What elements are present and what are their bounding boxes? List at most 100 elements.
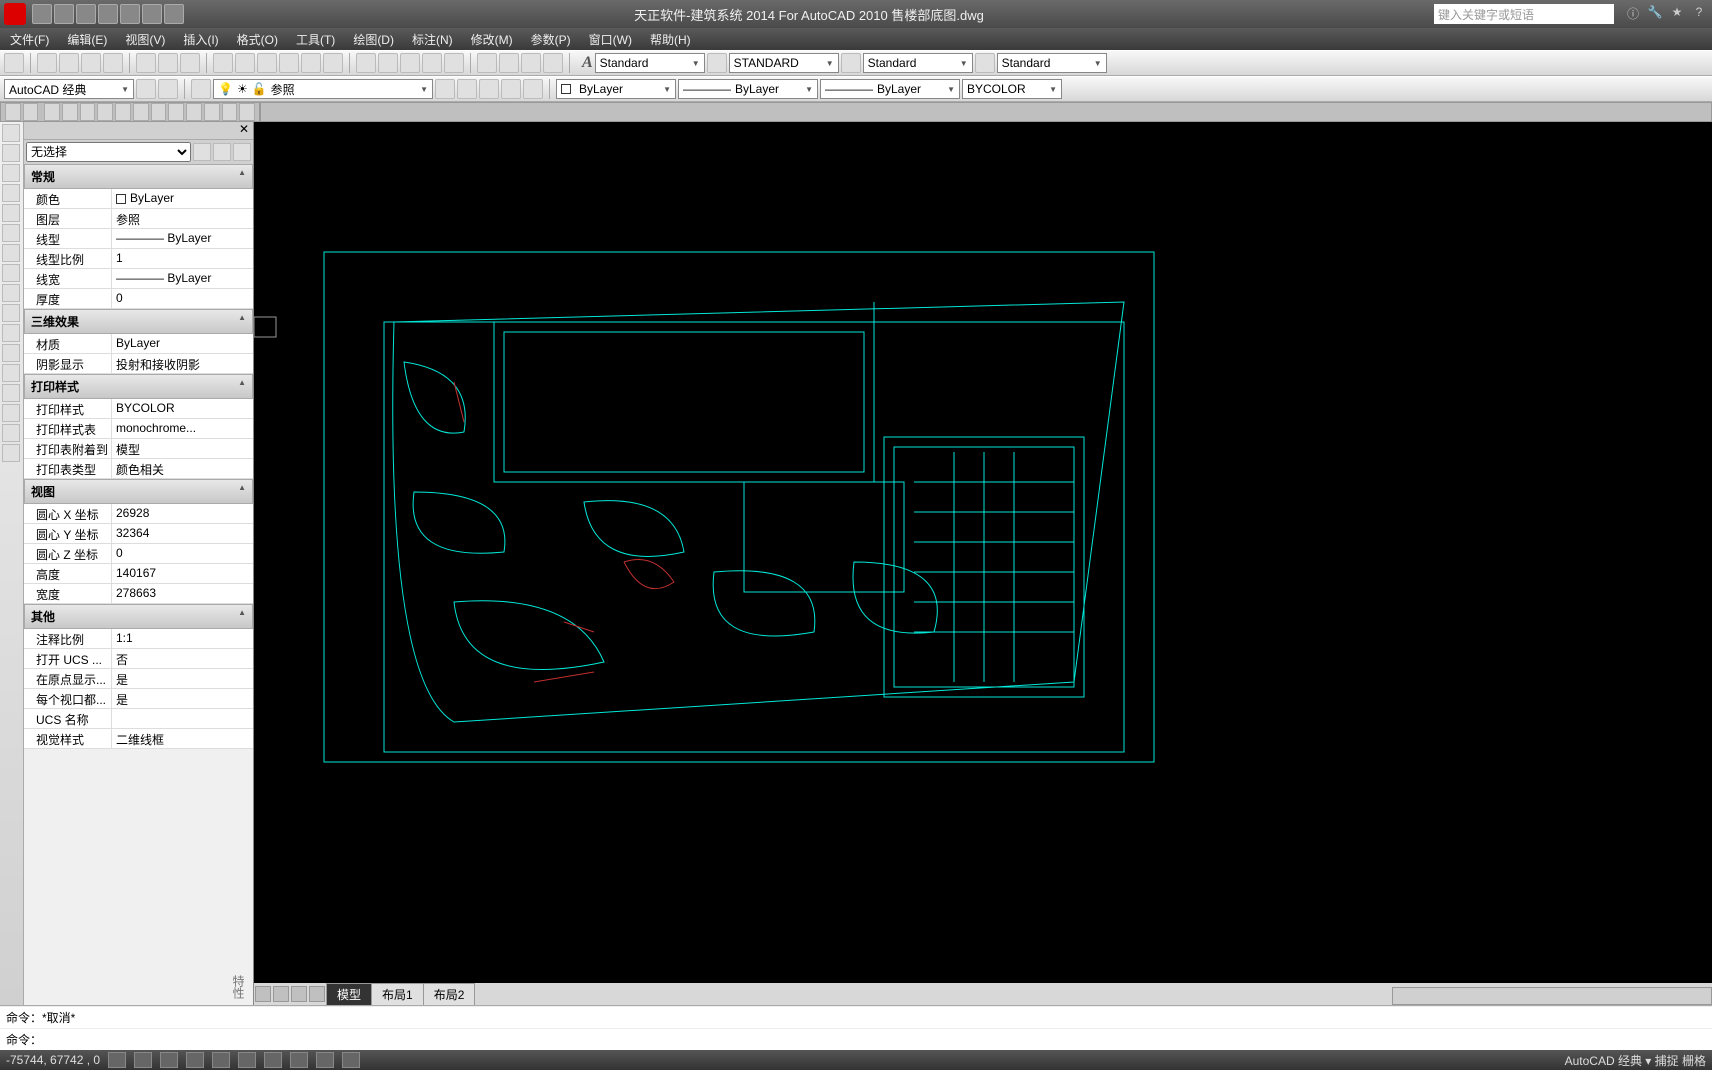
menu-view[interactable]: 视图(V) bbox=[125, 31, 165, 48]
textstyle-dropdown[interactable]: Standard bbox=[595, 53, 705, 73]
property-value[interactable]: 模型 bbox=[112, 439, 253, 458]
property-row[interactable]: 宽度278663 bbox=[24, 584, 253, 604]
quickselect-icon[interactable] bbox=[233, 143, 251, 161]
property-row[interactable]: 线型比例1 bbox=[24, 249, 253, 269]
redo-icon[interactable] bbox=[120, 4, 140, 24]
tab-layout1[interactable]: 布局1 bbox=[371, 983, 424, 1006]
tool-icon[interactable]: 🔧 bbox=[1646, 5, 1664, 23]
property-value[interactable]: ByLayer bbox=[112, 334, 253, 353]
property-value[interactable]: 0 bbox=[112, 544, 253, 563]
section-header[interactable]: 其他 bbox=[24, 604, 253, 629]
otrack-icon[interactable] bbox=[238, 1052, 256, 1068]
property-row[interactable]: 打印表类型颜色相关 bbox=[24, 459, 253, 479]
mleaderstyle-icon[interactable] bbox=[975, 53, 995, 73]
menu-insert[interactable]: 插入(I) bbox=[183, 31, 218, 48]
property-row[interactable]: 厚度0 bbox=[24, 289, 253, 309]
tool-icon[interactable] bbox=[222, 103, 238, 121]
tool-icon[interactable] bbox=[5, 103, 21, 121]
tool-icon[interactable] bbox=[168, 103, 184, 121]
qat-dropdown-icon[interactable] bbox=[164, 4, 184, 24]
property-row[interactable]: 打印表附着到模型 bbox=[24, 439, 253, 459]
tab-nav-last-icon[interactable] bbox=[309, 986, 325, 1002]
tool-icon[interactable] bbox=[279, 53, 299, 73]
tool-icon[interactable] bbox=[37, 53, 57, 73]
tool-icon[interactable] bbox=[499, 53, 519, 73]
polyline-icon[interactable] bbox=[2, 144, 20, 162]
layer-icon[interactable] bbox=[435, 79, 455, 99]
menu-modify[interactable]: 修改(M) bbox=[471, 31, 513, 48]
circle-icon[interactable] bbox=[2, 164, 20, 182]
tool-icon[interactable] bbox=[103, 53, 123, 73]
drawing-canvas[interactable]: 模型 布局1 布局2 bbox=[254, 122, 1712, 1005]
property-value[interactable]: 1:1 bbox=[112, 629, 253, 648]
tool-icon[interactable] bbox=[477, 53, 497, 73]
tool-icon[interactable] bbox=[213, 53, 233, 73]
color-dropdown[interactable]: ByLayer bbox=[556, 79, 676, 99]
property-value[interactable]: ———— ByLayer bbox=[112, 269, 253, 288]
menu-dimension[interactable]: 标注(N) bbox=[412, 31, 453, 48]
layer-icon[interactable] bbox=[501, 79, 521, 99]
new-icon[interactable] bbox=[32, 4, 52, 24]
tablestyle-dropdown[interactable]: Standard bbox=[863, 53, 973, 73]
menu-edit[interactable]: 编辑(E) bbox=[67, 31, 107, 48]
tool-icon[interactable] bbox=[59, 53, 79, 73]
tool-icon[interactable] bbox=[133, 103, 149, 121]
menu-help[interactable]: 帮助(H) bbox=[650, 31, 691, 48]
menu-window[interactable]: 窗口(W) bbox=[589, 31, 632, 48]
menu-file[interactable]: 文件(F) bbox=[10, 31, 49, 48]
property-value[interactable]: 0 bbox=[112, 289, 253, 308]
property-row[interactable]: 打印样式表monochrome... bbox=[24, 419, 253, 439]
property-row[interactable]: 图层参照 bbox=[24, 209, 253, 229]
property-value[interactable]: 颜色相关 bbox=[112, 459, 253, 478]
menu-format[interactable]: 格式(O) bbox=[237, 31, 278, 48]
tool-icon[interactable] bbox=[158, 79, 178, 99]
close-icon[interactable]: ✕ bbox=[239, 122, 249, 139]
pickadd-icon[interactable] bbox=[193, 143, 211, 161]
tab-nav-next-icon[interactable] bbox=[291, 986, 307, 1002]
menu-draw[interactable]: 绘图(D) bbox=[353, 31, 394, 48]
property-row[interactable]: 高度140167 bbox=[24, 564, 253, 584]
tool-icon[interactable] bbox=[23, 103, 39, 121]
section-header[interactable]: 三维效果 bbox=[24, 309, 253, 334]
property-value[interactable]: 32364 bbox=[112, 524, 253, 543]
plotcolor-dropdown[interactable]: BYCOLOR bbox=[962, 79, 1062, 99]
property-value[interactable]: 否 bbox=[112, 649, 253, 668]
line-icon[interactable] bbox=[2, 124, 20, 142]
property-value[interactable]: 26928 bbox=[112, 504, 253, 523]
tool-icon[interactable] bbox=[521, 53, 541, 73]
tool-icon[interactable] bbox=[4, 53, 24, 73]
tool-icon[interactable] bbox=[136, 53, 156, 73]
property-value[interactable]: 278663 bbox=[112, 584, 253, 603]
tool-icon[interactable] bbox=[204, 103, 220, 121]
polar-icon[interactable] bbox=[186, 1052, 204, 1068]
property-row[interactable]: 在原点显示...是 bbox=[24, 669, 253, 689]
tool-icon[interactable] bbox=[400, 53, 420, 73]
property-row[interactable]: 线宽———— ByLayer bbox=[24, 269, 253, 289]
property-value[interactable]: 二维线框 bbox=[112, 729, 253, 748]
property-row[interactable]: 注释比例1:1 bbox=[24, 629, 253, 649]
command-line[interactable]: 命令：*取消* 命令： bbox=[0, 1005, 1712, 1050]
tool-icon[interactable] bbox=[323, 53, 343, 73]
layer-icon[interactable] bbox=[457, 79, 477, 99]
ducs-icon[interactable] bbox=[264, 1052, 282, 1068]
tool-icon[interactable] bbox=[422, 53, 442, 73]
star-icon[interactable]: ★ bbox=[1668, 5, 1686, 23]
property-row[interactable]: 阴影显示投射和接收阴影 bbox=[24, 354, 253, 374]
property-row[interactable]: 每个视口都...是 bbox=[24, 689, 253, 709]
snap-icon[interactable] bbox=[108, 1052, 126, 1068]
open-icon[interactable] bbox=[54, 4, 74, 24]
print-icon[interactable] bbox=[142, 4, 162, 24]
tool-icon[interactable] bbox=[115, 103, 131, 121]
tool-icon[interactable] bbox=[239, 103, 255, 121]
property-row[interactable]: UCS 名称 bbox=[24, 709, 253, 729]
property-value[interactable]: ———— ByLayer bbox=[112, 229, 253, 248]
tab-layout2[interactable]: 布局2 bbox=[423, 983, 476, 1006]
selectobj-icon[interactable] bbox=[213, 143, 231, 161]
section-header[interactable]: 常规 bbox=[24, 164, 253, 189]
arc-icon[interactable] bbox=[2, 184, 20, 202]
tool-icon[interactable] bbox=[444, 53, 464, 73]
help-search-input[interactable]: 键入关键字或短语 bbox=[1434, 4, 1614, 24]
lwt-icon[interactable] bbox=[316, 1052, 334, 1068]
property-row[interactable]: 圆心 Z 坐标0 bbox=[24, 544, 253, 564]
tab-model[interactable]: 模型 bbox=[326, 983, 372, 1006]
